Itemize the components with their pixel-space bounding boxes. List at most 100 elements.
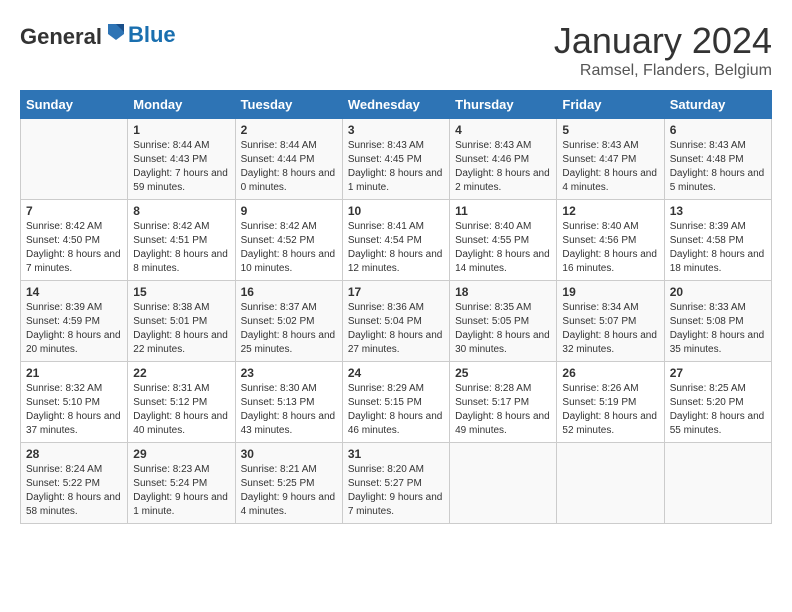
location-title: Ramsel, Flanders, Belgium: [554, 62, 772, 80]
calendar-cell: [21, 119, 128, 200]
header-sunday: Sunday: [21, 91, 128, 119]
day-info: Sunrise: 8:32 AM Sunset: 5:10 PM Dayligh…: [26, 382, 122, 438]
day-number: 18: [455, 285, 551, 299]
day-number: 28: [26, 447, 122, 461]
day-info: Sunrise: 8:40 AM Sunset: 4:55 PM Dayligh…: [455, 220, 551, 276]
calendar-week-row: 1Sunrise: 8:44 AM Sunset: 4:43 PM Daylig…: [21, 119, 772, 200]
day-info: Sunrise: 8:36 AM Sunset: 5:04 PM Dayligh…: [348, 301, 444, 357]
day-info: Sunrise: 8:43 AM Sunset: 4:47 PM Dayligh…: [562, 139, 658, 195]
calendar-cell: 24 Sunrise: 8:29 AM Sunset: 5:15 PM Dayli…: [342, 362, 449, 443]
logo-icon: [104, 20, 128, 44]
page-header: General Blue January 2024 Ramsel, Flande…: [20, 20, 772, 80]
header-tuesday: Tuesday: [235, 91, 342, 119]
calendar-cell: 25 Sunrise: 8:28 AM Sunset: 5:17 PM Dayli…: [450, 362, 557, 443]
calendar-cell: [450, 443, 557, 524]
calendar-cell: 12 Sunrise: 8:40 AM Sunset: 4:56 PM Dayli…: [557, 200, 664, 281]
day-number: 3: [348, 123, 444, 137]
day-number: 19: [562, 285, 658, 299]
day-info: Sunrise: 8:39 AM Sunset: 4:59 PM Dayligh…: [26, 301, 122, 357]
day-info: Sunrise: 8:25 AM Sunset: 5:20 PM Dayligh…: [670, 382, 766, 438]
logo-blue: Blue: [128, 22, 176, 47]
day-info: Sunrise: 8:35 AM Sunset: 5:05 PM Dayligh…: [455, 301, 551, 357]
day-number: 6: [670, 123, 766, 137]
day-info: Sunrise: 8:43 AM Sunset: 4:45 PM Dayligh…: [348, 139, 444, 195]
day-info: Sunrise: 8:40 AM Sunset: 4:56 PM Dayligh…: [562, 220, 658, 276]
calendar-cell: 14 Sunrise: 8:39 AM Sunset: 4:59 PM Dayli…: [21, 281, 128, 362]
day-number: 4: [455, 123, 551, 137]
day-number: 23: [241, 366, 337, 380]
calendar-cell: 20 Sunrise: 8:33 AM Sunset: 5:08 PM Dayli…: [664, 281, 771, 362]
day-number: 13: [670, 204, 766, 218]
day-info: Sunrise: 8:29 AM Sunset: 5:15 PM Dayligh…: [348, 382, 444, 438]
day-info: Sunrise: 8:33 AM Sunset: 5:08 PM Dayligh…: [670, 301, 766, 357]
calendar-cell: 9 Sunrise: 8:42 AM Sunset: 4:52 PM Daylig…: [235, 200, 342, 281]
day-number: 16: [241, 285, 337, 299]
day-number: 29: [133, 447, 229, 461]
calendar-cell: 27 Sunrise: 8:25 AM Sunset: 5:20 PM Dayli…: [664, 362, 771, 443]
day-info: Sunrise: 8:42 AM Sunset: 4:50 PM Dayligh…: [26, 220, 122, 276]
calendar-cell: 3 Sunrise: 8:43 AM Sunset: 4:45 PM Daylig…: [342, 119, 449, 200]
calendar-cell: 10 Sunrise: 8:41 AM Sunset: 4:54 PM Dayli…: [342, 200, 449, 281]
day-info: Sunrise: 8:38 AM Sunset: 5:01 PM Dayligh…: [133, 301, 229, 357]
calendar-cell: 16 Sunrise: 8:37 AM Sunset: 5:02 PM Dayli…: [235, 281, 342, 362]
day-number: 9: [241, 204, 337, 218]
calendar-cell: 6 Sunrise: 8:43 AM Sunset: 4:48 PM Daylig…: [664, 119, 771, 200]
calendar-cell: 11Sunrise: 8:40 AM Sunset: 4:55 PM Dayli…: [450, 200, 557, 281]
day-info: Sunrise: 8:44 AM Sunset: 4:44 PM Dayligh…: [241, 139, 337, 195]
calendar-cell: 8 Sunrise: 8:42 AM Sunset: 4:51 PM Daylig…: [128, 200, 235, 281]
day-number: 14: [26, 285, 122, 299]
day-info: Sunrise: 8:24 AM Sunset: 5:22 PM Dayligh…: [26, 463, 122, 519]
day-number: 1: [133, 123, 229, 137]
calendar-cell: 23 Sunrise: 8:30 AM Sunset: 5:13 PM Dayli…: [235, 362, 342, 443]
day-number: 2: [241, 123, 337, 137]
calendar-cell: 26 Sunrise: 8:26 AM Sunset: 5:19 PM Dayli…: [557, 362, 664, 443]
calendar-cell: [557, 443, 664, 524]
day-info: Sunrise: 8:34 AM Sunset: 5:07 PM Dayligh…: [562, 301, 658, 357]
header-saturday: Saturday: [664, 91, 771, 119]
calendar-cell: 4 Sunrise: 8:43 AM Sunset: 4:46 PM Daylig…: [450, 119, 557, 200]
calendar-cell: 13 Sunrise: 8:39 AM Sunset: 4:58 PM Dayli…: [664, 200, 771, 281]
calendar-week-row: 21 Sunrise: 8:32 AM Sunset: 5:10 PM Dayli…: [21, 362, 772, 443]
day-info: Sunrise: 8:42 AM Sunset: 4:51 PM Dayligh…: [133, 220, 229, 276]
day-number: 20: [670, 285, 766, 299]
day-info: Sunrise: 8:42 AM Sunset: 4:52 PM Dayligh…: [241, 220, 337, 276]
day-info: Sunrise: 8:41 AM Sunset: 4:54 PM Dayligh…: [348, 220, 444, 276]
day-number: 7: [26, 204, 122, 218]
day-info: Sunrise: 8:26 AM Sunset: 5:19 PM Dayligh…: [562, 382, 658, 438]
day-number: 24: [348, 366, 444, 380]
day-info: Sunrise: 8:28 AM Sunset: 5:17 PM Dayligh…: [455, 382, 551, 438]
day-info: Sunrise: 8:39 AM Sunset: 4:58 PM Dayligh…: [670, 220, 766, 276]
day-number: 10: [348, 204, 444, 218]
logo: General Blue: [20, 20, 176, 50]
calendar-cell: 22Sunrise: 8:31 AM Sunset: 5:12 PM Dayli…: [128, 362, 235, 443]
day-info: Sunrise: 8:23 AM Sunset: 5:24 PM Dayligh…: [133, 463, 229, 519]
day-number: 27: [670, 366, 766, 380]
day-info: Sunrise: 8:21 AM Sunset: 5:25 PM Dayligh…: [241, 463, 337, 519]
day-info: Sunrise: 8:30 AM Sunset: 5:13 PM Dayligh…: [241, 382, 337, 438]
day-number: 21: [26, 366, 122, 380]
calendar-week-row: 28 Sunrise: 8:24 AM Sunset: 5:22 PM Dayli…: [21, 443, 772, 524]
calendar-cell: 17Sunrise: 8:36 AM Sunset: 5:04 PM Dayli…: [342, 281, 449, 362]
calendar-cell: 30 Sunrise: 8:21 AM Sunset: 5:25 PM Dayli…: [235, 443, 342, 524]
day-number: 15: [133, 285, 229, 299]
day-number: 26: [562, 366, 658, 380]
day-info: Sunrise: 8:20 AM Sunset: 5:27 PM Dayligh…: [348, 463, 444, 519]
title-block: January 2024 Ramsel, Flanders, Belgium: [554, 20, 772, 80]
day-number: 22: [133, 366, 229, 380]
header-thursday: Thursday: [450, 91, 557, 119]
day-number: 30: [241, 447, 337, 461]
day-number: 12: [562, 204, 658, 218]
day-number: 25: [455, 366, 551, 380]
day-info: Sunrise: 8:37 AM Sunset: 5:02 PM Dayligh…: [241, 301, 337, 357]
calendar-cell: 29 Sunrise: 8:23 AM Sunset: 5:24 PM Dayli…: [128, 443, 235, 524]
day-number: 5: [562, 123, 658, 137]
calendar-table: SundayMondayTuesdayWednesdayThursdayFrid…: [20, 90, 772, 524]
day-info: Sunrise: 8:43 AM Sunset: 4:48 PM Dayligh…: [670, 139, 766, 195]
day-info: Sunrise: 8:43 AM Sunset: 4:46 PM Dayligh…: [455, 139, 551, 195]
calendar-cell: [664, 443, 771, 524]
calendar-cell: 28 Sunrise: 8:24 AM Sunset: 5:22 PM Dayli…: [21, 443, 128, 524]
day-number: 8: [133, 204, 229, 218]
calendar-cell: 21 Sunrise: 8:32 AM Sunset: 5:10 PM Dayli…: [21, 362, 128, 443]
calendar-cell: 2 Sunrise: 8:44 AM Sunset: 4:44 PM Daylig…: [235, 119, 342, 200]
calendar-week-row: 14 Sunrise: 8:39 AM Sunset: 4:59 PM Dayli…: [21, 281, 772, 362]
